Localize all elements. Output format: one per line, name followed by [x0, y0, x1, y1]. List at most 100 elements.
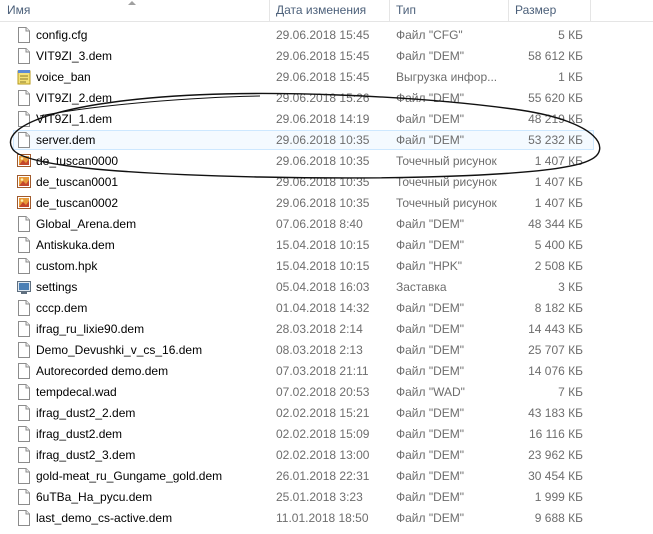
file-row-de-tuscan0001[interactable]: de_tuscan0001 29.06.2018 10:35 Точечный ри… [0, 172, 653, 193]
file-date: 02.02.2018 15:21 [276, 406, 370, 420]
file-size: 7 КБ [558, 385, 583, 399]
file-name: last_demo_cs-active.dem [36, 511, 173, 525]
file-row-gold-meat-ru-gungame-gold-dem[interactable]: gold-meat_ru_Gungame_gold.dem 26.01.2018 … [0, 466, 653, 487]
file-row-vit9zi-1-dem[interactable]: VIT9ZI_1.dem 29.06.2018 14:19 Файл "DEM" 48… [0, 109, 653, 130]
document-icon [17, 426, 31, 442]
file-row-server-dem[interactable]: server.dem 29.06.2018 10:35 Файл "DEM" 53 2… [0, 130, 653, 151]
file-row-custom-hpk[interactable]: custom.hpk 15.04.2018 10:15 Файл "HPK" 2 50… [0, 256, 653, 277]
file-size: 55 620 КБ [528, 91, 583, 105]
file-row-cccp-dem[interactable]: cccp.dem 01.04.2018 14:32 Файл "DEM" 8 182 … [0, 298, 653, 319]
file-size: 9 688 КБ [534, 511, 583, 525]
file-name: VIT9ZI_1.dem [36, 112, 113, 126]
file-type: Файл "DEM" [396, 238, 465, 252]
file-date: 08.03.2018 2:13 [276, 343, 363, 357]
file-row-autorecorded-demo-dem[interactable]: Autorecorded demo.dem 07.03.2018 21:11 Фай… [0, 361, 653, 382]
file-row-config-cfg[interactable]: config.cfg 29.06.2018 15:45 Файл "CFG" 5 КБ [0, 25, 653, 46]
column-header-name-label: Имя [7, 3, 31, 17]
document-icon [17, 27, 31, 43]
file-row-tempdecal-wad[interactable]: tempdecal.wad 07.02.2018 20:53 Файл "WAD" 7… [0, 382, 653, 403]
document-icon [17, 447, 31, 463]
file-name: ifrag_dust2_3.dem [36, 448, 136, 462]
file-date: 07.03.2018 21:11 [276, 364, 369, 378]
file-type: Файл "CFG" [396, 28, 463, 42]
file-row-settings[interactable]: settings 05.04.2018 16:03 Заставка 3 КБ [0, 277, 653, 298]
file-row-global-arena-dem[interactable]: Global_Arena.dem 07.06.2018 8:40 Файл "DEM… [0, 214, 653, 235]
file-date: 29.06.2018 10:35 [276, 196, 370, 210]
document-icon [17, 363, 31, 379]
file-row-ifrag-dust2-dem[interactable]: ifrag_dust2.dem 02.02.2018 15:09 Файл "DEM… [0, 424, 653, 445]
column-header-date[interactable]: Дата изменения [270, 0, 390, 21]
file-type: Файл "DEM" [396, 49, 465, 63]
file-type: Файл "DEM" [396, 511, 465, 525]
file-type: Файл "HPK" [396, 259, 463, 273]
column-header-type-label: Тип [396, 3, 417, 17]
column-header-size-label: Размер [515, 3, 557, 17]
file-name: de_tuscan0002 [36, 196, 119, 210]
document-icon [17, 342, 31, 358]
file-date: 02.02.2018 15:09 [276, 427, 370, 441]
file-name: custom.hpk [36, 259, 98, 273]
file-date: 07.02.2018 20:53 [276, 385, 370, 399]
document-icon [17, 48, 31, 64]
file-size: 1 999 КБ [534, 490, 583, 504]
file-row-antiskuka-dem[interactable]: Antiskuka.dem 15.04.2018 10:15 Файл "DEM" 5… [0, 235, 653, 256]
file-date: 05.04.2018 16:03 [276, 280, 370, 294]
file-size: 30 454 КБ [528, 469, 583, 483]
bitmap-icon [17, 195, 31, 211]
file-type: Файл "DEM" [396, 91, 465, 105]
document-icon [17, 258, 31, 274]
file-type: Точечный рисунок [396, 154, 497, 168]
file-row-6utba-ha-pycu-dem[interactable]: 6uTBa_Ha_pycu.dem 25.01.2018 3:23 Файл "DE… [0, 487, 653, 508]
file-name: config.cfg [36, 28, 88, 42]
file-name: tempdecal.wad [36, 385, 117, 399]
file-name: voice_ban [36, 70, 91, 84]
file-size: 1 407 КБ [534, 196, 583, 210]
file-size: 25 707 КБ [528, 343, 583, 357]
file-name: ifrag_ru_lixie90.dem [36, 322, 145, 336]
file-name: Autorecorded demo.dem [36, 364, 169, 378]
file-name: de_tuscan0000 [36, 154, 119, 168]
file-name: ifrag_dust2.dem [36, 427, 123, 441]
file-size: 16 116 КБ [528, 427, 583, 441]
file-name: 6uTBa_Ha_pycu.dem [36, 490, 153, 504]
file-name: Antiskuka.dem [36, 238, 115, 252]
file-row-vit9zi-2-dem[interactable]: VIT9ZI_2.dem 29.06.2018 15:26 Файл "DEM" 55… [0, 88, 653, 109]
file-type: Файл "DEM" [396, 133, 465, 147]
file-row-last-demo-cs-active-dem[interactable]: last_demo_cs-active.dem 11.01.2018 18:50 Ф… [0, 508, 653, 529]
file-row-vit9zi-3-dem[interactable]: VIT9ZI_3.dem 29.06.2018 15:45 Файл "DEM" 58… [0, 46, 653, 67]
file-date: 29.06.2018 10:35 [276, 154, 370, 168]
file-name: gold-meat_ru_Gungame_gold.dem [36, 469, 223, 483]
file-date: 15.04.2018 10:15 [276, 238, 370, 252]
file-date: 29.06.2018 14:19 [276, 112, 370, 126]
column-header-type[interactable]: Тип [390, 0, 509, 21]
file-name: ifrag_dust2_2.dem [36, 406, 136, 420]
file-type: Файл "DEM" [396, 301, 465, 315]
file-row-voice-ban[interactable]: voice_ban 29.06.2018 15:45 Выгрузка инфор.… [0, 67, 653, 88]
bitmap-icon [17, 153, 31, 169]
file-row-de-tuscan0002[interactable]: de_tuscan0002 29.06.2018 10:35 Точечный ри… [0, 193, 653, 214]
file-date: 02.02.2018 13:00 [276, 448, 370, 462]
document-icon [17, 90, 31, 106]
file-row-ifrag-dust2-2-dem[interactable]: ifrag_dust2_2.dem 02.02.2018 15:21 Файл "D… [0, 403, 653, 424]
file-type: Заставка [396, 280, 447, 294]
column-header-size[interactable]: Размер [509, 0, 591, 21]
file-type: Файл "DEM" [396, 427, 465, 441]
file-type: Точечный рисунок [396, 175, 497, 189]
file-date: 15.04.2018 10:15 [276, 259, 370, 273]
file-row-ifrag-dust2-3-dem[interactable]: ifrag_dust2_3.dem 02.02.2018 13:00 Файл "D… [0, 445, 653, 466]
file-date: 29.06.2018 15:45 [276, 49, 370, 63]
file-row-de-tuscan0000[interactable]: de_tuscan0000 29.06.2018 10:35 Точечный ри… [0, 151, 653, 172]
file-size: 14 443 КБ [528, 322, 583, 336]
document-icon [17, 468, 31, 484]
file-name: server.dem [36, 133, 96, 147]
file-name: settings [36, 280, 78, 294]
file-size: 48 219 КБ [528, 112, 583, 126]
file-name: Demo_Devushki_v_cs_16.dem [36, 343, 203, 357]
file-row-demo-devushki-v-cs-16-dem[interactable]: Demo_Devushki_v_cs_16.dem 08.03.2018 2:13… [0, 340, 653, 361]
file-type: Файл "DEM" [396, 406, 465, 420]
file-row-ifrag-ru-lixie90-dem[interactable]: ifrag_ru_lixie90.dem 28.03.2018 2:14 Файл … [0, 319, 653, 340]
document-icon [17, 132, 31, 148]
file-date: 29.06.2018 15:45 [276, 28, 370, 42]
column-header-name[interactable]: Имя [0, 0, 270, 21]
notepad-icon [17, 69, 31, 85]
